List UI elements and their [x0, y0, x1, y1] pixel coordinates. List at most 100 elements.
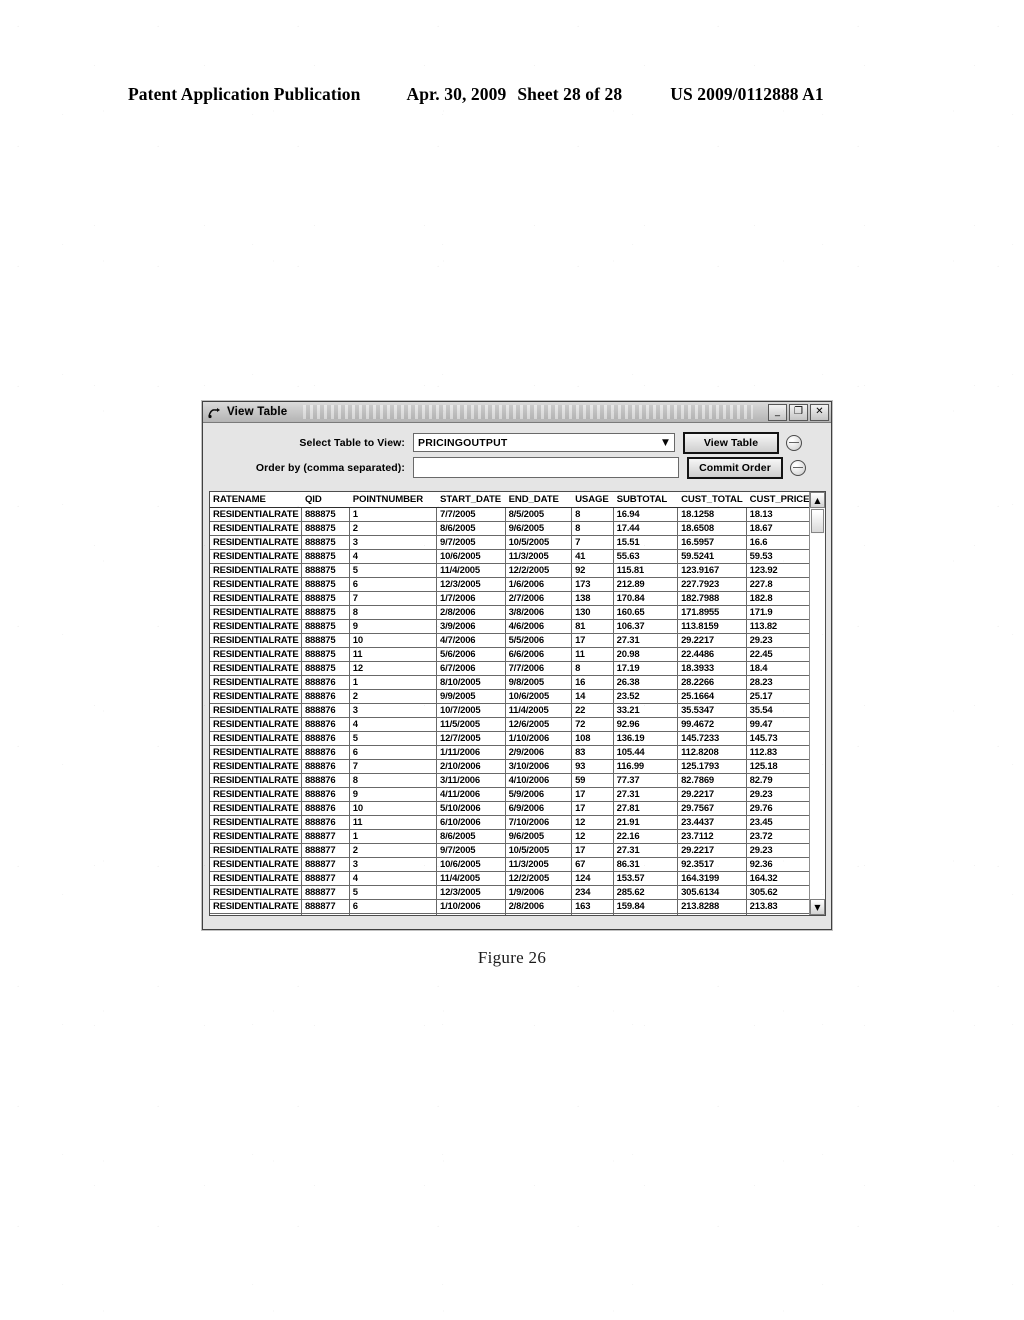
table-row[interactable]: RESIDENTIALRATE 888876 10 5/10/2006 6/9/2006…: [210, 801, 809, 816]
cell-usage: 169: [571, 913, 614, 915]
cell-usage: 173: [571, 577, 614, 592]
cell-usage: 8: [571, 521, 614, 536]
table-header-row: RATENAME QID POINTNUMBER START_DATE END_DATE…: [210, 492, 809, 508]
cell-end_date: 9/6/2005: [505, 521, 573, 536]
table-row[interactable]: RESIDENTIALRATE 888877 1 8/6/2005 9/6/2005 12…: [210, 829, 809, 844]
scrollbar-track[interactable]: [810, 534, 825, 899]
table-row[interactable]: RESIDENTIALRATE88887772/9/20063/8/200616…: [210, 913, 809, 915]
table-row[interactable]: RESIDENTIALRATE 888875 1 7/7/2005 8/5/2005 8 1…: [210, 507, 809, 522]
cell-subtotal: 77.37: [613, 773, 679, 788]
table-row[interactable]: RESIDENTIALRATE 888876 5 12/7/2005 1/10/2006…: [210, 731, 809, 746]
cell-pointnumber: 2: [349, 843, 438, 858]
table-row[interactable]: RESIDENTIALRATE 888875 6 12/3/2005 1/6/2006 1…: [210, 577, 809, 592]
cell-subtotal: 55.63: [613, 549, 679, 564]
table-row[interactable]: RESIDENTIALRATE 888876 11 6/10/2006 7/10/200…: [210, 815, 809, 830]
chevron-down-icon[interactable]: ▼: [657, 435, 674, 450]
table-row[interactable]: RESIDENTIALRATE 888876 7 2/10/2006 3/10/2006…: [210, 759, 809, 774]
table-row[interactable]: RESIDENTIALRATE 888875 3 9/7/2005 10/5/2005 7…: [210, 535, 809, 550]
cell-cust_total: 99.4672: [677, 717, 747, 732]
cell-cust_total: 18.6508: [677, 521, 747, 536]
column-header-subtotal[interactable]: SUBTOTAL: [613, 492, 679, 508]
cell-ratename: RESIDENTIALRATE: [210, 829, 302, 844]
column-header-pointnumber[interactable]: POINTNUMBER: [349, 492, 438, 508]
column-header-ratename[interactable]: RATENAME: [210, 492, 302, 508]
table-row[interactable]: RESIDENTIALRATE 888877 3 10/6/2005 11/3/2005…: [210, 857, 809, 872]
scrollbar-thumb[interactable]: [811, 509, 824, 533]
cell-subtotal: 20.98: [613, 647, 679, 662]
column-header-end_date[interactable]: END_DATE: [505, 492, 573, 508]
column-header-usage[interactable]: USAGE: [571, 492, 614, 508]
table-row[interactable]: RESIDENTIALRATE 888875 7 1/7/2006 2/7/2006 13…: [210, 591, 809, 606]
cell-cust_price: 29.23: [746, 843, 809, 858]
commit-order-help-icon[interactable]: [790, 459, 806, 476]
table-row[interactable]: RESIDENTIALRATE 888875 5 11/4/2005 12/2/2005…: [210, 563, 809, 578]
table-row[interactable]: RESIDENTIALRATE 888875 11 5/6/2006 6/6/2006 1…: [210, 647, 809, 662]
commit-order-button[interactable]: Commit Order: [687, 456, 783, 479]
table-row[interactable]: RESIDENTIALRATE 888875 12 6/7/2006 7/7/2006 8…: [210, 661, 809, 676]
maximize-button[interactable]: ❐: [789, 403, 808, 421]
cell-pointnumber: 7: [349, 591, 438, 606]
table-row[interactable]: RESIDENTIALRATE 888876 3 10/7/2005 11/4/2005…: [210, 703, 809, 718]
cell-usage: 72: [571, 717, 614, 732]
cell-pointnumber: 6: [349, 745, 438, 760]
table-row[interactable]: RESIDENTIALRATE 888875 10 4/7/2006 5/5/2006 1…: [210, 633, 809, 648]
cell-pointnumber: 11: [349, 647, 438, 662]
cell-cust_price: 220.87: [746, 913, 809, 915]
cell-end_date: 11/3/2005: [505, 857, 573, 872]
minimize-button[interactable]: _: [768, 403, 787, 421]
cell-qid: 888876: [301, 759, 350, 774]
scroll-down-button[interactable]: ▼: [810, 899, 825, 915]
cell-pointnumber: 8: [349, 605, 438, 620]
table-row[interactable]: RESIDENTIALRATE 888876 9 4/11/2006 5/9/2006 1…: [210, 787, 809, 802]
cell-cust_price: 305.62: [746, 885, 809, 900]
cell-pointnumber: 4: [349, 549, 438, 564]
cell-cust_price: 29.76: [746, 801, 809, 816]
order-by-input[interactable]: [413, 457, 679, 478]
table-row[interactable]: RESIDENTIALRATE 888876 4 11/5/2005 12/6/2005…: [210, 717, 809, 732]
cell-pointnumber: 2: [349, 521, 438, 536]
column-header-cust_price[interactable]: CUST_PRICE: [746, 492, 809, 508]
cell-start_date: 9/7/2005: [436, 843, 506, 858]
column-header-start_date[interactable]: START_DATE: [436, 492, 506, 508]
cell-usage: 67: [571, 857, 614, 872]
window-title: View Table: [227, 406, 288, 418]
cell-cust_price: 213.83: [746, 899, 809, 914]
cell-subtotal: 153.57: [613, 871, 679, 886]
cell-start_date: 2/9/2006: [436, 913, 506, 915]
table-row[interactable]: RESIDENTIALRATE 888877 4 11/4/2005 12/2/2005…: [210, 871, 809, 886]
cell-pointnumber: 9: [349, 787, 438, 802]
scroll-up-button[interactable]: ▲: [810, 492, 825, 508]
view-table-help-icon[interactable]: [786, 434, 802, 451]
view-table-button[interactable]: View Table: [683, 431, 779, 454]
cell-cust_total: 23.7112: [677, 829, 747, 844]
selected-table-value: PRICINGOUTPUT: [418, 436, 508, 449]
cell-subtotal: 17.19: [613, 661, 679, 676]
table-row[interactable]: RESIDENTIALRATE 888877 5 12/3/2005 1/9/2006 2…: [210, 885, 809, 900]
table-row[interactable]: RESIDENTIALRATE 888876 1 8/10/2005 9/8/2005 1…: [210, 675, 809, 690]
cell-usage: 17: [571, 633, 614, 648]
cell-start_date: 1/11/2006: [436, 745, 506, 760]
cell-cust_price: 29.23: [746, 787, 809, 802]
table-row[interactable]: RESIDENTIALRATE 888876 6 1/11/2006 2/9/2006 8…: [210, 745, 809, 760]
table-row[interactable]: RESIDENTIALRATE 888877 2 9/7/2005 10/5/2005 1…: [210, 843, 809, 858]
cell-end_date: 3/10/2006: [505, 759, 573, 774]
table-row[interactable]: RESIDENTIALRATE 888877 6 1/10/2006 2/8/2006 1…: [210, 899, 809, 914]
cell-qid: 888875: [301, 633, 350, 648]
cell-ratename: RESIDENTIALRATE: [210, 731, 302, 746]
table-row[interactable]: RESIDENTIALRATE 888875 4 10/6/2005 11/3/2005…: [210, 549, 809, 564]
cell-cust_total: 171.8955: [677, 605, 747, 620]
close-button[interactable]: ✕: [810, 403, 829, 421]
column-header-qid[interactable]: QID: [301, 492, 350, 508]
table-row[interactable]: RESIDENTIALRATE 888875 8 2/8/2006 3/8/2006 13…: [210, 605, 809, 620]
select-table-dropdown[interactable]: PRICINGOUTPUT ▼: [413, 433, 675, 452]
table-row[interactable]: RESIDENTIALRATE 888876 8 3/11/2006 4/10/2006…: [210, 773, 809, 788]
cell-cust_total: 22.4486: [677, 647, 747, 662]
table-row[interactable]: RESIDENTIALRATE 888875 2 8/6/2005 9/6/2005 8 1…: [210, 521, 809, 536]
table-vertical-scrollbar[interactable]: ▲ ▼: [809, 492, 825, 915]
table-row[interactable]: RESIDENTIALRATE 888876 2 9/9/2005 10/6/2005 1…: [210, 689, 809, 704]
table-row[interactable]: RESIDENTIALRATE 888875 9 3/9/2006 4/6/2006 81…: [210, 619, 809, 634]
cell-start_date: 4/11/2006: [436, 787, 506, 802]
cell-pointnumber: 12: [349, 661, 438, 676]
cell-cust_price: 18.13: [746, 507, 809, 522]
column-header-cust_total[interactable]: CUST_TOTAL: [677, 492, 747, 508]
